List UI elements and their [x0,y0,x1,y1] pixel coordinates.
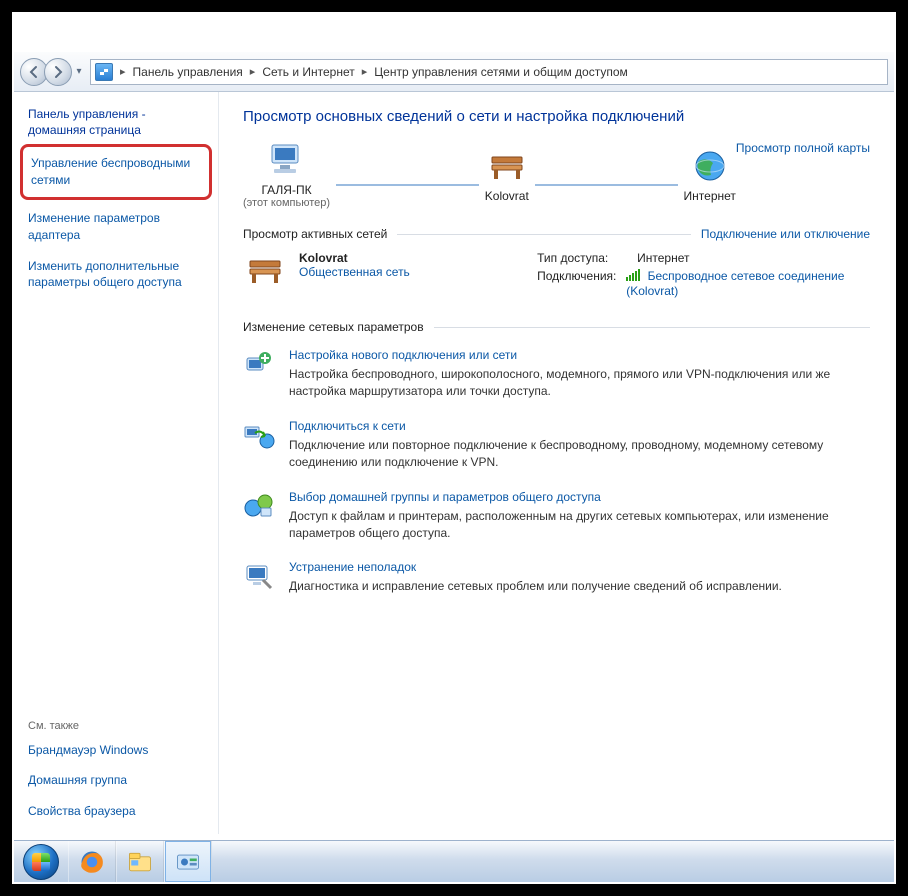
connect-network-icon [243,419,275,451]
task-title[interactable]: Устранение неполадок [289,560,782,574]
task-desc: Доступ к файлам и принтерам, расположенн… [289,508,870,543]
taskbar [14,840,894,882]
globe-icon [689,147,731,185]
sidebar: Панель управления - домашняя страница Уп… [14,92,219,834]
access-type-value: Интернет [637,251,689,265]
task-title[interactable]: Подключиться к сети [289,419,870,433]
task-connect-network[interactable]: Подключиться к сети Подключение или повт… [243,419,870,472]
active-network: Kolovrat Общественная сеть Тип доступа: … [243,251,870,302]
network-map: ГАЛЯ-ПК (этот компьютер) [243,141,736,209]
breadcrumb[interactable]: ▸ Панель управления ▸ Сеть и Интернет ▸ … [90,59,888,85]
chevron-right-icon: ▸ [115,65,131,78]
node-internet-name: Интернет [684,189,736,203]
task-new-connection[interactable]: Настройка нового подключения или сети На… [243,348,870,401]
history-dropdown[interactable]: ▾ [72,58,86,86]
address-bar: ▾ ▸ Панель управления ▸ Сеть и Интернет … [14,52,894,92]
sidebar-link-wireless-networks[interactable]: Управление беспроводными сетями [31,155,201,189]
breadcrumb-item[interactable]: Панель управления [131,65,245,79]
active-network-type[interactable]: Общественная сеть [299,265,410,279]
forward-button[interactable] [44,58,72,86]
signal-bars-icon [626,269,640,284]
breadcrumb-item[interactable]: Центр управления сетями и общим доступом [372,65,630,79]
main-content: Просмотр основных сведений о сети и наст… [219,92,894,834]
homegroup-icon [243,490,275,522]
task-desc: Диагностика и исправление сетевых пробле… [289,578,782,595]
access-type-label: Тип доступа: [537,251,637,265]
troubleshoot-icon [243,560,275,592]
task-homegroup[interactable]: Выбор домашней группы и параметров общег… [243,490,870,543]
sidebar-home-link[interactable]: Панель управления - домашняя страница [28,106,204,138]
taskbar-app-firefox[interactable] [68,841,116,882]
change-settings-label: Изменение сетевых параметров [243,320,424,334]
full-map-link[interactable]: Просмотр полной карты [736,141,870,155]
connection-link[interactable]: Беспроводное сетевое соединение (Kolovra… [626,269,844,298]
page-title: Просмотр основных сведений о сети и наст… [243,108,870,125]
new-connection-icon [243,348,275,380]
node-pc-name: ГАЛЯ-ПК [243,183,330,197]
chevron-right-icon: ▸ [245,65,261,78]
bench-icon [243,251,287,292]
node-network-name: Kolovrat [485,189,529,203]
network-icon [95,63,113,81]
connect-disconnect-link[interactable]: Подключение или отключение [701,227,870,241]
see-also-homegroup[interactable]: Домашняя группа [28,772,204,789]
task-title[interactable]: Выбор домашней группы и параметров общег… [289,490,870,504]
active-network-name: Kolovrat [299,251,410,265]
start-button[interactable] [14,841,68,882]
taskbar-app-explorer[interactable] [116,841,164,882]
task-desc: Подключение или повторное подключение к … [289,437,870,472]
task-desc: Настройка беспроводного, широкополосного… [289,366,870,401]
sidebar-link-adapter-settings[interactable]: Изменение параметров адаптера [28,210,204,244]
task-title[interactable]: Настройка нового подключения или сети [289,348,870,362]
see-also-firewall[interactable]: Брандмауэр Windows [28,742,204,759]
chevron-right-icon: ▸ [357,65,373,78]
taskbar-app-control-panel[interactable] [164,841,212,882]
task-troubleshoot[interactable]: Устранение неполадок Диагностика и испра… [243,560,870,595]
active-networks-label: Просмотр активных сетей [243,227,387,241]
see-also-label: См. также [28,720,204,732]
bench-icon [486,147,528,185]
connections-label: Подключения: [537,269,626,298]
node-pc-sub: (этот компьютер) [243,197,330,209]
breadcrumb-item[interactable]: Сеть и Интернет [260,65,356,79]
sidebar-link-advanced-sharing[interactable]: Изменить дополнительные параметры общего… [28,258,204,292]
see-also-browser-props[interactable]: Свойства браузера [28,803,204,820]
pc-icon [266,141,308,179]
